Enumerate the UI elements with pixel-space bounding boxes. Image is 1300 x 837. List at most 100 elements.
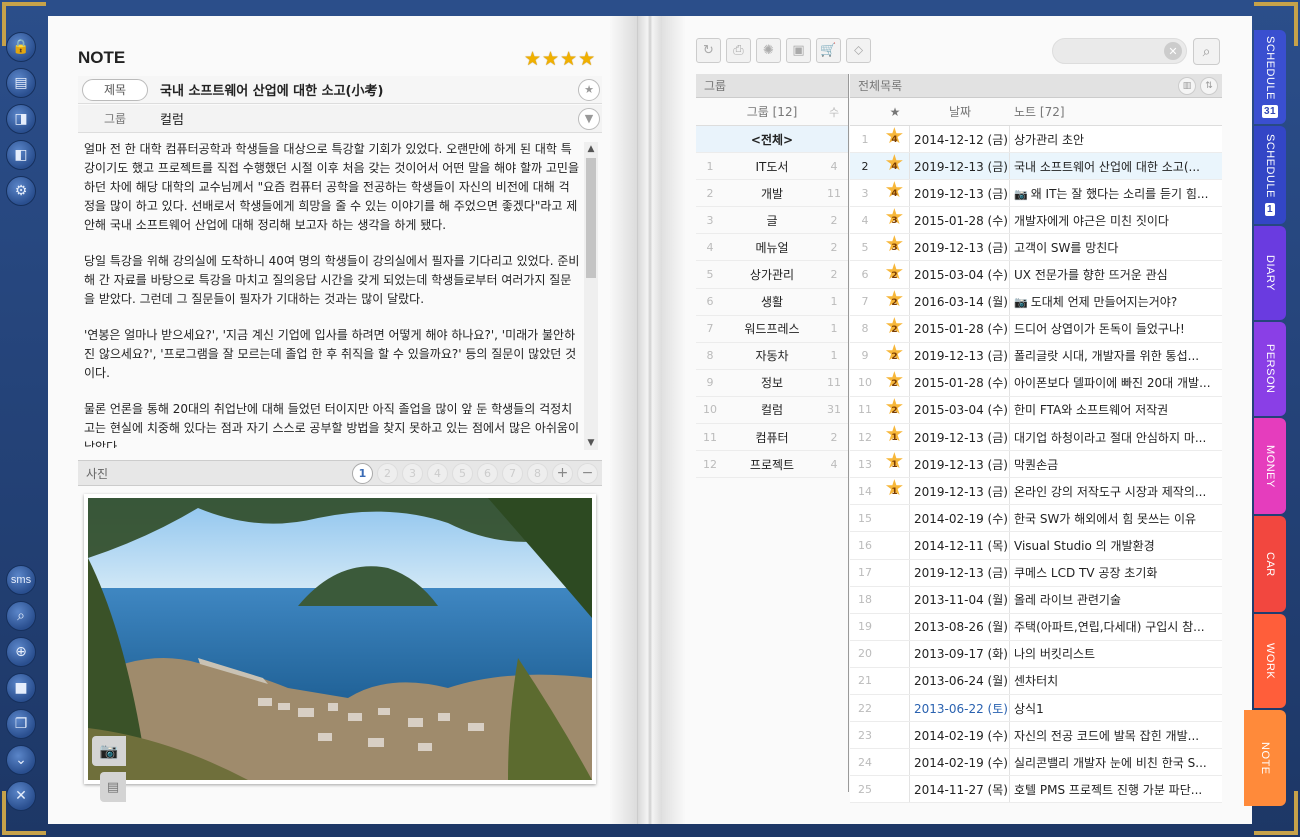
- chevrons-down-icon[interactable]: ⌄: [6, 745, 36, 775]
- note-row[interactable]: 15 2014-02-19 (수) 한국 SW가 해외에서 힘 못쓰는 이유: [850, 505, 1222, 533]
- cart-icon[interactable]: 🛒: [816, 38, 841, 63]
- group-row[interactable]: 6 생활 1: [696, 289, 848, 316]
- search-input[interactable]: [1063, 44, 1164, 58]
- photo-page-4[interactable]: 4: [427, 462, 448, 484]
- group-row[interactable]: 11 컴퓨터 2: [696, 424, 848, 452]
- note-row[interactable]: 9 2 2019-12-13 (금) 폴리글랏 시대, 개발자를 위한 통섭...: [850, 342, 1222, 370]
- group-row[interactable]: 7 워드프레스 1: [696, 316, 848, 343]
- tab-note[interactable]: NOTE: [1244, 710, 1286, 806]
- save-icon[interactable]: ▤: [100, 772, 126, 802]
- scroll-up-icon[interactable]: ▲: [584, 142, 598, 156]
- note-row[interactable]: 14 1 2019-12-13 (금) 온라인 강의 저작도구 시장과 제작의...: [850, 478, 1222, 506]
- note-row[interactable]: 23 2014-02-19 (수) 자신의 전공 코드에 발목 잡힌 개발...: [850, 722, 1222, 750]
- scroll-thumb[interactable]: [586, 158, 596, 278]
- tab-schedule-1[interactable]: SCHEDULE 1: [1254, 126, 1286, 224]
- chevron-down-icon[interactable]: ▼: [578, 107, 600, 130]
- tab-car[interactable]: CAR: [1254, 516, 1286, 612]
- note-row[interactable]: 8 2 2015-01-28 (수) 드디어 상엽이가 돈독이 들었구나!: [850, 315, 1222, 343]
- note-row[interactable]: 6 2 2015-03-04 (수) UX 전문가를 향한 뜨거운 관심: [850, 261, 1222, 289]
- loading-icon[interactable]: ✺: [756, 38, 781, 63]
- photo-page-6[interactable]: 6: [477, 462, 498, 484]
- note-row[interactable]: 4 3 2015-01-28 (수) 개발자에게 야근은 미친 짓이다: [850, 207, 1222, 235]
- note-row[interactable]: 722016-03-14 (월)📷도대체 언제 만들어지는거야?: [850, 288, 1222, 316]
- photo-page-7[interactable]: 7: [502, 462, 523, 484]
- group-row[interactable]: 9 정보 11: [696, 370, 848, 397]
- note-row[interactable]: 17 2019-12-13 (금) 쿠메스 LCD TV 공장 초기화: [850, 559, 1222, 587]
- note-row[interactable]: 13 1 2019-12-13 (금) 막퀀손금: [850, 451, 1222, 479]
- group-row[interactable]: 12 프로젝트 4: [696, 451, 848, 479]
- group-row[interactable]: 10 컬럼 31: [696, 397, 848, 425]
- close-icon[interactable]: ✕: [6, 781, 36, 811]
- lock-icon[interactable]: 🔒: [6, 32, 36, 62]
- group-row[interactable]: 3 글 2: [696, 207, 848, 235]
- star-icon[interactable]: ★: [542, 50, 559, 69]
- note-scrollbar[interactable]: ▲ ▼: [584, 142, 598, 450]
- book-icon[interactable]: ▤: [6, 68, 36, 98]
- photo-page-8[interactable]: 8: [527, 462, 548, 484]
- note-row[interactable]: 11 2 2015-03-04 (수) 한미 FTA와 소프트웨어 저작권: [850, 396, 1222, 425]
- window-icon[interactable]: ■: [6, 673, 36, 703]
- note-body[interactable]: 얼마 전 한 대학 컴퓨터공학과 학생들을 대상으로 특강할 기회가 있었다. …: [84, 140, 580, 448]
- col-star[interactable]: ★: [880, 105, 910, 119]
- note-row[interactable]: 25 2014-11-27 (목) 호텔 PMS 프로젝트 진행 가분 파단...: [850, 776, 1222, 804]
- page-right-icon[interactable]: ◨: [6, 104, 36, 134]
- group-col-name[interactable]: 그룹 [12]: [724, 103, 820, 120]
- clear-search-icon[interactable]: ✕: [1164, 42, 1182, 60]
- note-title-field[interactable]: 국내 소프트웨어 산업에 대한 소고(小考): [160, 80, 578, 99]
- note-row[interactable]: 12 1 2019-12-13 (금) 대기업 하청이라고 절대 안심하지 마...: [850, 424, 1222, 452]
- sms-button[interactable]: sms: [6, 565, 36, 595]
- refresh-icon[interactable]: ↻: [696, 38, 721, 63]
- scroll-down-icon[interactable]: ▼: [584, 436, 598, 450]
- tab-money[interactable]: MONEY: [1254, 418, 1286, 514]
- note-row[interactable]: 20 2013-09-17 (화) 나의 버킷리스트: [850, 640, 1222, 668]
- search-icon[interactable]: ⌕: [6, 601, 36, 631]
- note-row[interactable]: 18 2013-11-04 (월) 올레 라이브 관련기술: [850, 586, 1222, 614]
- gear-icon[interactable]: ⚙: [6, 176, 36, 206]
- photo-page-5[interactable]: 5: [452, 462, 473, 484]
- search-button[interactable]: ⌕: [1193, 38, 1220, 65]
- view-toggle-icon[interactable]: ▥: [1178, 76, 1196, 95]
- note-row[interactable]: 5 3 2019-12-13 (금) 고객이 SW를 망친다: [850, 234, 1222, 262]
- note-row[interactable]: 24 2014-02-19 (수) 실리콘밸리 개발자 눈에 비친 한국 S...: [850, 749, 1222, 777]
- group-field[interactable]: 컬럼: [160, 109, 578, 128]
- star-icon[interactable]: ★: [578, 50, 595, 69]
- star-toggle-icon[interactable]: ★: [578, 78, 600, 101]
- zoom-settings-icon[interactable]: ⊕: [6, 637, 36, 667]
- note-row[interactable]: 2 4 2019-12-13 (금) 국내 소프트웨어 산업에 대한 소고(...: [850, 153, 1222, 181]
- note-row[interactable]: 19 2013-08-26 (월) 주택(아파트,연립,다세대) 구입시 참...: [850, 613, 1222, 641]
- star-icon[interactable]: ★: [560, 50, 577, 69]
- note-row[interactable]: 342019-12-13 (금)📷왜 IT는 잘 했다는 소리를 듣기 힘...: [850, 180, 1222, 208]
- note-row[interactable]: 1 4 2014-12-12 (금) 상가관리 초안: [850, 126, 1222, 154]
- group-row[interactable]: 2 개발 11: [696, 180, 848, 208]
- page-left-icon[interactable]: ◧: [6, 140, 36, 170]
- camera-icon[interactable]: 📷: [92, 736, 126, 766]
- note-row[interactable]: 22 2013-06-22 (토) 상식1: [850, 694, 1222, 723]
- group-row[interactable]: 1 IT도서 4: [696, 153, 848, 181]
- window-restore-icon[interactable]: ❐: [6, 709, 36, 739]
- group-col-count[interactable]: 수: [820, 104, 848, 120]
- tag-icon[interactable]: ⬦: [846, 38, 871, 63]
- note-row[interactable]: 10 2 2015-01-28 (수) 아이폰보다 델파이에 빠진 20대 개발...: [850, 369, 1222, 397]
- add-photo-button[interactable]: +: [552, 462, 573, 484]
- tab-diary[interactable]: DIARY: [1254, 226, 1286, 320]
- note-row[interactable]: 21 2013-06-24 (월) 센차터치: [850, 667, 1222, 695]
- group-row[interactable]: 4 메뉴얼 2: [696, 234, 848, 262]
- group-row[interactable]: 8 자동차 1: [696, 343, 848, 370]
- group-row[interactable]: 5 상가관리 2: [696, 261, 848, 289]
- star-icon[interactable]: ★: [524, 50, 541, 69]
- rating-stars[interactable]: ★ ★ ★ ★: [524, 50, 595, 69]
- tab-work[interactable]: WORK: [1254, 614, 1286, 708]
- col-date[interactable]: 날짜: [910, 103, 1010, 120]
- tab-person[interactable]: PERSON: [1254, 322, 1286, 416]
- remove-photo-button[interactable]: −: [577, 462, 598, 484]
- group-row-all[interactable]: <전체>: [696, 126, 848, 154]
- note-row[interactable]: 16 2014-12-11 (목) Visual Studio 의 개발환경: [850, 532, 1222, 560]
- photo-page-2[interactable]: 2: [377, 462, 398, 484]
- title-label[interactable]: 제목: [82, 78, 148, 101]
- sort-icon[interactable]: ⇅: [1200, 76, 1218, 95]
- print-icon[interactable]: ⎙: [726, 38, 751, 63]
- photo-page-3[interactable]: 3: [402, 462, 423, 484]
- save-icon[interactable]: ▣: [786, 38, 811, 63]
- col-title[interactable]: 노트 [72]: [1010, 103, 1222, 120]
- photo-page-1[interactable]: 1: [352, 462, 373, 484]
